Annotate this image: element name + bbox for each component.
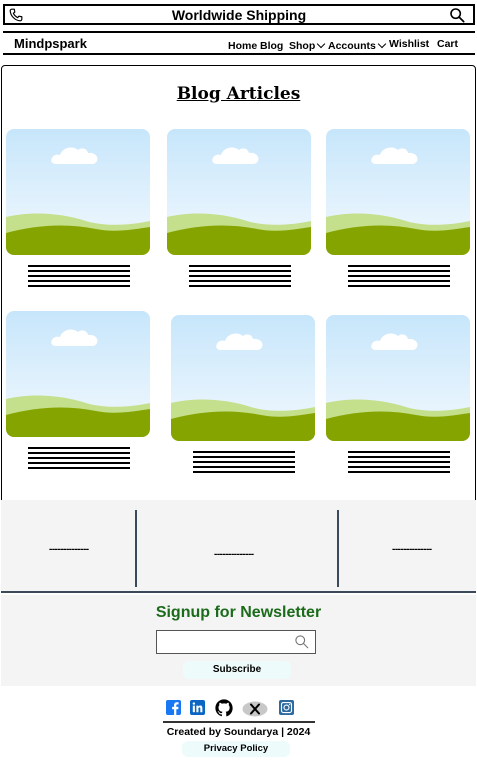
text-line bbox=[28, 269, 130, 272]
search-icon bbox=[295, 635, 309, 649]
article-text-lines bbox=[348, 265, 450, 290]
nav-shop[interactable]: Shop bbox=[289, 39, 326, 52]
text-line bbox=[348, 279, 450, 282]
article-card-image[interactable] bbox=[326, 315, 470, 441]
text-line bbox=[348, 451, 450, 453]
nav-accounts[interactable]: Accounts bbox=[328, 39, 387, 52]
text-line bbox=[28, 461, 130, 464]
landscape-image-icon bbox=[6, 311, 150, 437]
footer-credit: Created by Soundarya | 2024 bbox=[166, 726, 311, 738]
landscape-image-icon bbox=[326, 129, 470, 255]
stat-placeholder: -------------- bbox=[214, 549, 254, 560]
text-line bbox=[189, 279, 291, 282]
nav-home[interactable]: Home bbox=[228, 40, 257, 52]
text-line bbox=[348, 455, 450, 458]
article-text-lines bbox=[28, 447, 130, 472]
privacy-policy-link[interactable]: Privacy Policy bbox=[182, 741, 290, 757]
main-navbar: Mindpspark Home Blog Shop Accounts Wishl… bbox=[3, 31, 475, 55]
text-line bbox=[28, 456, 130, 459]
top-announcement-bar: Worldwide Shipping bbox=[3, 4, 475, 25]
text-line bbox=[193, 470, 295, 473]
text-line bbox=[348, 465, 450, 468]
nav-shop-label: Shop bbox=[289, 40, 316, 52]
landscape-image-icon bbox=[167, 129, 311, 255]
shipping-banner-text: Worldwide Shipping bbox=[171, 7, 307, 23]
article-text-lines bbox=[189, 265, 291, 290]
article-card-image[interactable] bbox=[171, 315, 315, 441]
text-line bbox=[348, 470, 450, 473]
subscribe-button[interactable]: Subscribe bbox=[183, 661, 291, 679]
divider bbox=[337, 510, 339, 587]
text-line bbox=[28, 451, 130, 454]
divider bbox=[135, 510, 137, 587]
chevron-down-icon bbox=[317, 39, 326, 49]
article-card-image[interactable] bbox=[6, 311, 150, 437]
stat-placeholder: -------------- bbox=[49, 544, 89, 555]
article-text-lines bbox=[193, 451, 295, 476]
text-line bbox=[348, 274, 450, 277]
linkedin-icon[interactable] bbox=[190, 700, 205, 715]
text-line bbox=[189, 269, 291, 272]
article-text-lines bbox=[348, 451, 450, 476]
text-line bbox=[348, 284, 450, 287]
nav-wishlist[interactable]: Wishlist bbox=[389, 38, 429, 50]
text-line bbox=[193, 465, 295, 468]
landscape-image-icon bbox=[171, 315, 315, 441]
text-line bbox=[28, 284, 130, 287]
text-line bbox=[348, 460, 450, 463]
facebook-icon[interactable] bbox=[166, 700, 181, 715]
footer: Created by Soundarya | 2024 Privacy Poli… bbox=[0, 690, 477, 768]
landscape-image-icon bbox=[326, 315, 470, 441]
github-icon[interactable] bbox=[215, 699, 233, 717]
brand-logo[interactable]: Mindpspark bbox=[14, 36, 87, 51]
text-line bbox=[189, 284, 291, 287]
nav-blog[interactable]: Blog bbox=[260, 40, 283, 52]
text-line bbox=[193, 455, 295, 458]
text-line bbox=[28, 466, 130, 469]
text-line bbox=[189, 274, 291, 277]
text-line bbox=[348, 265, 450, 267]
newsletter-section: Signup for Newsletter Subscribe bbox=[1, 595, 476, 686]
text-line bbox=[193, 460, 295, 463]
blog-title: Blog Articles bbox=[176, 84, 301, 104]
text-line bbox=[28, 447, 130, 449]
text-line bbox=[28, 274, 130, 277]
text-line bbox=[189, 265, 291, 267]
text-line bbox=[193, 451, 295, 453]
article-card-image[interactable] bbox=[167, 129, 311, 255]
search-icon[interactable] bbox=[449, 7, 465, 23]
nav-accounts-label: Accounts bbox=[328, 40, 376, 52]
newsletter-email-input[interactable] bbox=[156, 630, 316, 654]
footer-divider bbox=[163, 721, 315, 723]
nav-cart[interactable]: Cart bbox=[437, 38, 458, 50]
stats-strip: -------------- -------------- ----------… bbox=[1, 500, 476, 593]
newsletter-title: Signup for Newsletter bbox=[155, 604, 322, 621]
chevron-down-icon bbox=[377, 39, 387, 49]
article-card-image[interactable] bbox=[326, 129, 470, 255]
article-text-lines bbox=[28, 265, 130, 290]
text-line bbox=[28, 279, 130, 282]
text-line bbox=[28, 265, 130, 267]
x-icon[interactable] bbox=[242, 701, 268, 717]
instagram-icon[interactable] bbox=[279, 700, 294, 715]
landscape-image-icon bbox=[6, 129, 150, 255]
stat-placeholder: -------------- bbox=[392, 544, 432, 555]
article-card-image[interactable] bbox=[6, 129, 150, 255]
text-line bbox=[348, 269, 450, 272]
